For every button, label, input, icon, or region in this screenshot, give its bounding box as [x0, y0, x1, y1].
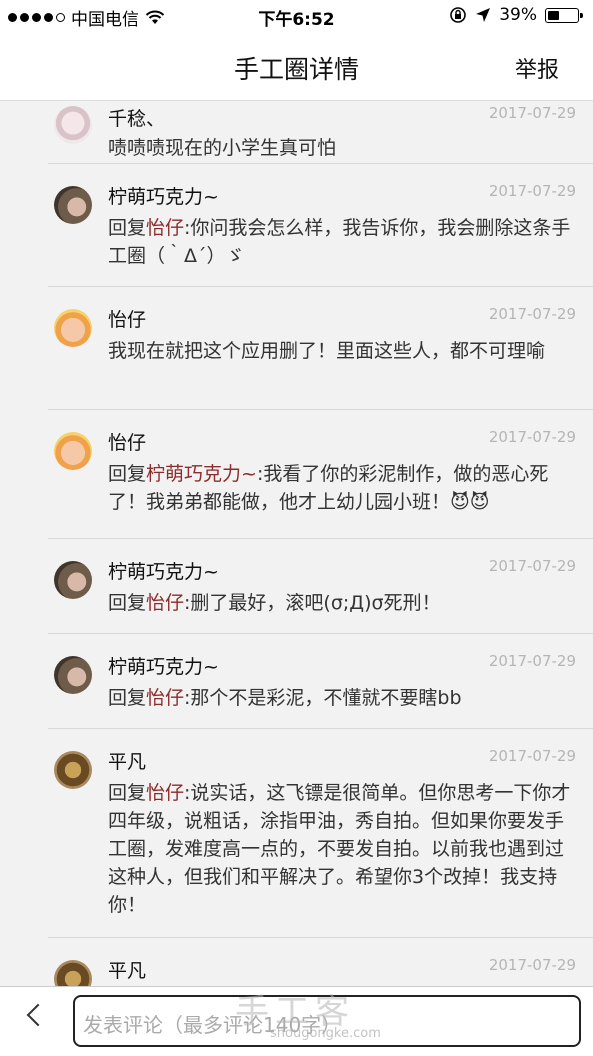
comment-item: 柠萌巧克力~ 2017-07-29 回复怡仔:你问我会怎么样，我告诉你，我会删除…	[48, 164, 593, 287]
comment-item: 平凡 2017-07-29 回复怡仔:说实话，这飞镖是很简单。但你思考一下你才四…	[48, 729, 593, 938]
comment-text: 回复怡仔:删了最好，滚吧(σ;Д)σ死刑！	[108, 592, 441, 614]
location-arrow-icon	[476, 8, 491, 22]
comment-text: 回复怡仔:你问我会怎么样，我告诉你，我会删除这条手工圈（｀Δ´）ゞ	[108, 217, 571, 267]
back-chevron-icon[interactable]	[26, 1003, 50, 1027]
mention-link[interactable]: 怡仔	[146, 592, 184, 614]
page-title: 手工圈详情	[233, 55, 359, 84]
comment-author[interactable]: 平凡	[108, 956, 146, 983]
comment-date: 2017-07-29	[488, 305, 576, 323]
comment-date: 2017-07-29	[488, 557, 576, 575]
nav-bar: 手工圈详情 举报	[0, 34, 593, 101]
comment-date: 2017-07-29	[488, 956, 576, 974]
comment-date: 2017-07-29	[488, 652, 576, 670]
comment-author[interactable]: 怡仔	[108, 305, 146, 332]
status-right: 39%	[449, 5, 583, 25]
comment-item: 柠萌巧克力~ 2017-07-29 回复怡仔:那个不是彩泥，不懂就不要瞎bb	[48, 634, 593, 729]
comment-text: 啧啧啧现在的小学生真可怕	[108, 137, 337, 159]
avatar[interactable]	[54, 656, 92, 694]
comment-item: 平凡 2017-07-29	[48, 938, 593, 986]
mention-link[interactable]: 柠萌巧克力~	[146, 463, 257, 485]
comment-item: 柠萌巧克力~ 2017-07-29 回复怡仔:删了最好，滚吧(σ;Д)σ死刑！	[48, 539, 593, 634]
avatar[interactable]	[54, 186, 92, 224]
avatar[interactable]	[54, 106, 92, 144]
mention-link[interactable]: 怡仔	[146, 217, 184, 239]
comment-date: 2017-07-29	[488, 747, 576, 765]
comment-item: 怡仔 2017-07-29 回复柠萌巧克力~:我看了你的彩泥制作，做的恶心死了！…	[48, 410, 593, 539]
avatar[interactable]	[54, 309, 92, 347]
battery-icon	[545, 7, 583, 23]
comment-text: 我现在就把这个应用删了！里面这些人，都不可理喻	[108, 340, 546, 362]
avatar[interactable]	[54, 432, 92, 470]
comment-text: 回复怡仔:说实话，这飞镖是很简单。但你思考一下你才四年级，说粗话，涂指甲油，秀自…	[108, 782, 571, 916]
comment-author[interactable]: 柠萌巧克力~	[108, 652, 219, 679]
comment-author[interactable]: 平凡	[108, 747, 146, 774]
comment-author[interactable]: 怡仔	[108, 428, 146, 455]
avatar[interactable]	[54, 561, 92, 599]
comment-text: 回复柠萌巧克力~:我看了你的彩泥制作，做的恶心死了！我弟弟都能做，他才上幼儿园小…	[108, 463, 549, 513]
comment-item: 千稔、 2017-07-29 啧啧啧现在的小学生真可怕	[48, 100, 593, 164]
status-bar: 中国电信 下午6:52 39%	[0, 0, 593, 34]
comment-author[interactable]: 柠萌巧克力~	[108, 557, 219, 584]
comment-date: 2017-07-29	[488, 428, 576, 446]
mention-link[interactable]: 怡仔	[146, 687, 184, 709]
comment-author[interactable]: 柠萌巧克力~	[108, 182, 219, 209]
mention-link[interactable]: 怡仔	[146, 782, 184, 804]
comment-date: 2017-07-29	[488, 104, 576, 122]
comment-author[interactable]: 千稔、	[108, 104, 165, 131]
comment-text: 回复怡仔:那个不是彩泥，不懂就不要瞎bb	[108, 687, 462, 709]
avatar[interactable]	[54, 751, 92, 789]
report-button[interactable]: 举报	[515, 52, 559, 84]
watermark-url: shougongke.com	[270, 1026, 381, 1041]
battery-percent: 39%	[499, 5, 537, 25]
comment-list[interactable]: 千稔、 2017-07-29 啧啧啧现在的小学生真可怕 柠萌巧克力~ 2017-…	[0, 100, 593, 986]
rotation-lock-icon	[450, 7, 467, 23]
comment-date: 2017-07-29	[488, 182, 576, 200]
avatar[interactable]	[54, 960, 92, 986]
comment-item: 怡仔 2017-07-29 我现在就把这个应用删了！里面这些人，都不可理喻	[48, 287, 593, 410]
